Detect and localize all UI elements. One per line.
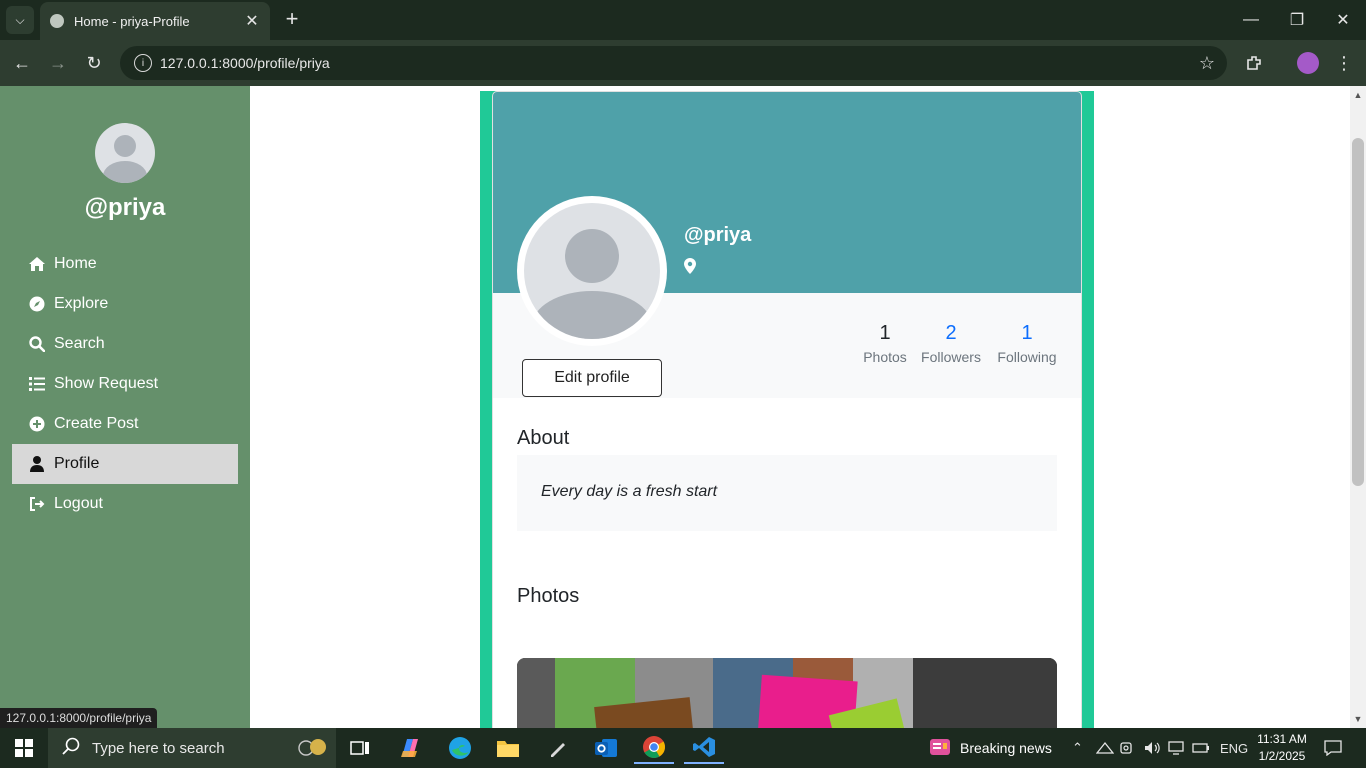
taskbar-clock[interactable]: 11:31 AM 1/2/2025 (1252, 731, 1312, 765)
location-pin-icon (684, 258, 696, 279)
site-info-icon[interactable]: i (134, 54, 152, 72)
sidebar: @priya Home Explore Search Show Request … (0, 86, 250, 728)
followers-count[interactable]: 2 (918, 322, 984, 345)
clock-date: 1/2/2025 (1258, 749, 1306, 763)
browser-menu-icon[interactable]: ⋮ (1331, 50, 1357, 76)
about-box: Every day is a fresh start (517, 455, 1057, 531)
sidebar-item-logout[interactable]: Logout (12, 484, 238, 524)
battery-icon[interactable] (1192, 728, 1210, 768)
sidebar-avatar (95, 123, 155, 183)
sidebar-item-show-request[interactable]: Show Request (12, 364, 238, 404)
camera-icon[interactable] (1120, 728, 1136, 768)
page-scrollbar[interactable]: ▲ ▼ (1350, 86, 1366, 728)
notifications-icon[interactable] (1324, 728, 1342, 768)
profile-username: @priya (684, 224, 752, 246)
search-highlight-icon (296, 735, 326, 761)
search-icon (62, 737, 80, 760)
windows-start-button[interactable] (0, 728, 48, 768)
page-viewport: @priya Home Explore Search Show Request … (0, 86, 1366, 728)
bookmark-star-icon[interactable]: ☆ (1199, 53, 1215, 74)
browser-toolbar: ← → ↻ i 127.0.0.1:8000/profile/priya ☆ ⋮ (0, 40, 1366, 86)
volume-icon[interactable] (1144, 728, 1160, 768)
sidebar-item-create-post[interactable]: Create Post (12, 404, 238, 444)
edit-profile-button[interactable]: Edit profile (522, 359, 662, 397)
sidebar-item-label: Home (54, 255, 97, 272)
sidebar-item-label: Search (54, 335, 105, 352)
edge-icon[interactable] (440, 732, 480, 764)
browser-titlebar: ⌵ Home - priya-Profile ✕ + — ❐ ✕ (0, 0, 1366, 40)
home-icon (28, 256, 46, 272)
new-tab-button[interactable]: + (280, 8, 304, 32)
clock-time: 11:31 AM (1257, 732, 1307, 746)
file-explorer-icon[interactable] (488, 732, 528, 764)
chrome-icon[interactable] (634, 732, 674, 764)
sidebar-nav: Home Explore Search Show Request Create … (12, 244, 238, 524)
sidebar-item-home[interactable]: Home (12, 244, 238, 284)
photos-heading: Photos (517, 585, 580, 607)
list-icon (28, 377, 46, 391)
sidebar-item-label: Explore (54, 295, 109, 312)
taskbar-search-placeholder: Type here to search (92, 739, 225, 757)
close-tab-icon[interactable]: ✕ (244, 11, 260, 31)
scrollbar-thumb[interactable] (1352, 138, 1364, 486)
about-heading: About (517, 427, 570, 449)
vscode-icon[interactable] (684, 732, 724, 764)
network-icon[interactable] (1096, 728, 1114, 768)
sidebar-item-search[interactable]: Search (12, 324, 238, 364)
search-icon (28, 336, 46, 352)
url-text[interactable]: 127.0.0.1:8000/profile/priya (160, 55, 1199, 71)
browser-tab[interactable]: Home - priya-Profile ✕ (40, 2, 270, 40)
close-window-button[interactable]: ✕ (1320, 0, 1366, 40)
copilot-icon[interactable] (390, 732, 430, 764)
news-icon (928, 737, 952, 760)
taskbar-search[interactable]: Type here to search (48, 728, 336, 768)
photos-stat: 1 Photos (855, 322, 915, 365)
profile-avatar (517, 196, 667, 346)
news-text: Breaking news (960, 740, 1052, 756)
browser-profile-avatar[interactable] (1297, 52, 1319, 74)
display-icon[interactable] (1168, 728, 1184, 768)
taskbar: Type here to search Breaking news ⌃ ENG … (0, 728, 1366, 768)
address-bar[interactable]: i 127.0.0.1:8000/profile/priya ☆ (120, 46, 1227, 80)
task-view-icon[interactable] (340, 732, 380, 764)
news-widget[interactable]: Breaking news (928, 728, 1052, 768)
following-label: Following (997, 349, 1057, 365)
compass-icon (28, 296, 46, 312)
plus-circle-icon (28, 416, 46, 432)
outlook-icon[interactable] (586, 732, 626, 764)
scroll-down-icon[interactable]: ▼ (1350, 714, 1366, 724)
globe-icon (50, 14, 64, 28)
tab-search-button[interactable]: ⌵ (6, 6, 34, 34)
sidebar-item-label: Create Post (54, 415, 139, 432)
user-icon (28, 456, 46, 472)
scroll-up-icon[interactable]: ▲ (1350, 90, 1366, 100)
pen-tool-icon[interactable] (538, 732, 578, 764)
sidebar-username: @priya (84, 194, 166, 221)
sidebar-item-label: Profile (54, 455, 100, 472)
photo-thumbnail[interactable] (517, 658, 1057, 728)
language-indicator[interactable]: ENG (1220, 728, 1248, 768)
forward-button[interactable]: → (45, 50, 71, 76)
following-stat[interactable]: 1 Following (992, 322, 1062, 365)
minimize-button[interactable]: — (1228, 0, 1274, 40)
tray-chevron-icon[interactable]: ⌃ (1072, 728, 1083, 768)
followers-label: Followers (921, 349, 981, 365)
tab-title: Home - priya-Profile (74, 13, 190, 29)
reload-button[interactable]: ↻ (81, 50, 107, 76)
sidebar-item-label: Logout (54, 495, 103, 512)
back-button[interactable]: ← (9, 50, 35, 76)
sidebar-item-explore[interactable]: Explore (12, 284, 238, 324)
about-text: Every day is a fresh start (541, 483, 718, 500)
logout-icon (28, 496, 46, 512)
profile-card: @priya Edit profile 1 Photos 2 Followers… (492, 91, 1082, 728)
following-count[interactable]: 1 (992, 322, 1062, 345)
restore-button[interactable]: ❐ (1274, 0, 1320, 40)
sidebar-item-profile[interactable]: Profile (12, 444, 238, 484)
followers-stat[interactable]: 2 Followers (918, 322, 984, 365)
extensions-icon[interactable] (1241, 50, 1267, 76)
sidebar-item-label: Show Request (54, 375, 159, 392)
photos-count: 1 (879, 322, 891, 344)
status-url-tooltip: 127.0.0.1:8000/profile/priya (0, 708, 158, 728)
photos-label: Photos (863, 349, 907, 365)
